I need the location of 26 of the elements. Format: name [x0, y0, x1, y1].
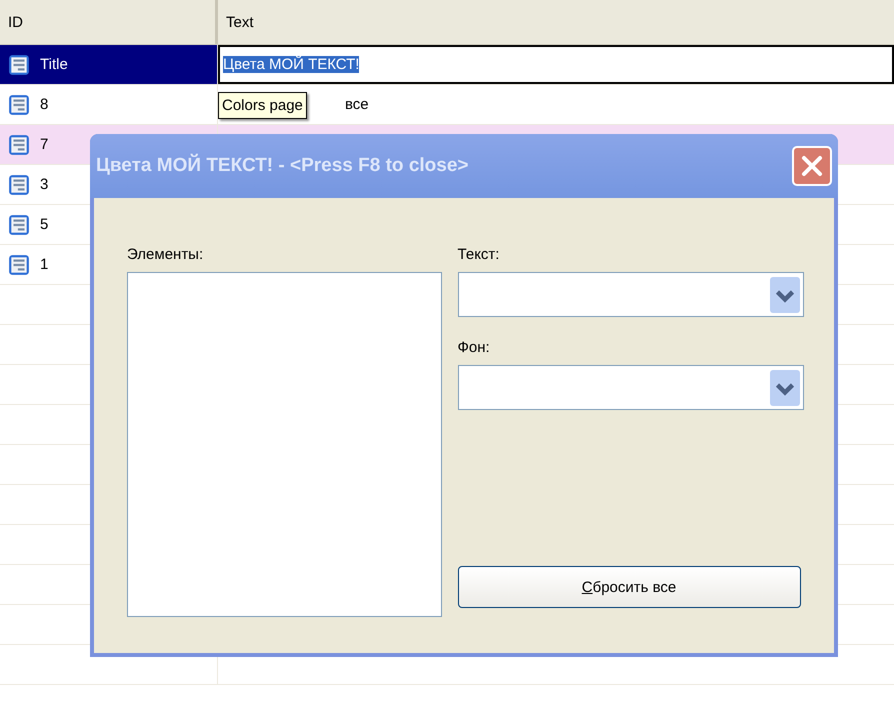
id-text: 3 — [40, 176, 48, 193]
tooltip: Colors page — [218, 92, 307, 119]
id-text: 8 — [40, 96, 48, 113]
text-color-dropdown[interactable] — [458, 272, 804, 317]
form-icon — [8, 214, 30, 236]
text-edit-field[interactable]: Цвета МОЙ ТЕКСТ! — [223, 56, 360, 73]
elements-label: Элементы: — [127, 246, 204, 265]
close-icon[interactable] — [792, 146, 832, 186]
background-color-label: Фон: — [458, 339, 491, 358]
text-cell: все — [345, 96, 369, 113]
id-cell[interactable]: Title — [0, 45, 218, 84]
background-color-dropdown[interactable] — [458, 365, 804, 410]
id-text: 5 — [40, 216, 48, 233]
id-text: Title — [40, 56, 68, 73]
dialog-title: Цвета МОЙ ТЕКСТ! - <Press F8 to close> — [96, 155, 468, 177]
reset-all-button[interactable]: Сбросить все — [458, 566, 801, 608]
form-icon — [8, 94, 30, 116]
text-color-label: Текст: — [458, 246, 500, 265]
id-text: 1 — [40, 256, 48, 273]
id-cell[interactable]: 8 — [0, 85, 218, 124]
form-icon — [8, 54, 30, 76]
form-icon — [8, 174, 30, 196]
id-text: 7 — [40, 136, 48, 153]
form-icon — [8, 134, 30, 156]
form-icon — [8, 254, 30, 276]
column-header[interactable]: Text — [218, 0, 894, 44]
